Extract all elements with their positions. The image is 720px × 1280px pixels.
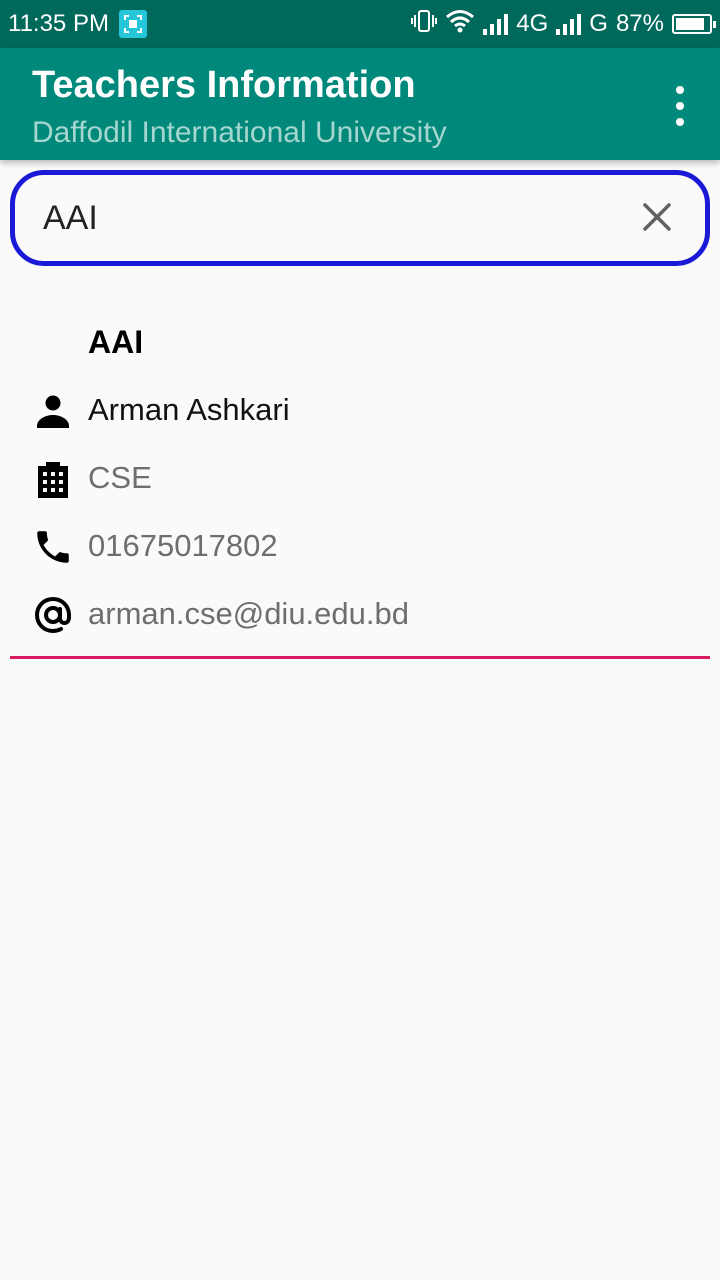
at-sign-icon [32,594,74,636]
battery-percent: 87% [615,10,664,37]
teacher-email[interactable]: arman.cse@diu.edu.bd [88,596,409,632]
screenshot-icon [118,10,147,38]
app-subtitle: Daffodil International University [32,116,447,149]
building-icon [32,458,74,500]
wifi-icon [445,9,475,40]
vibrate-icon [411,9,438,40]
app-title: Teachers Information [32,64,416,106]
network-type-1: 4G [516,10,549,37]
status-time: 11:35 PM [8,10,109,37]
teacher-department: CSE [88,460,152,495]
app-bar: Teachers Information Daffodil Internatio… [0,48,720,160]
close-icon[interactable] [639,199,675,235]
signal-icon [483,13,509,35]
teacher-name: Arman Ashkari [88,392,290,427]
search-input[interactable] [43,195,603,241]
status-bar: 11:35 PM 4G G 87% [0,0,720,48]
overflow-menu-icon[interactable] [668,86,692,126]
search-box [10,170,710,266]
teacher-initials: AAI [88,324,144,360]
phone-row[interactable]: 01675017802 [0,520,720,570]
network-type-2: G [589,10,608,37]
result-divider [10,656,710,659]
name-row: Arman Ashkari [0,384,720,434]
battery-icon [672,14,716,34]
email-row[interactable]: arman.cse@diu.edu.bd [0,588,720,638]
department-row: CSE [0,452,720,502]
teacher-phone[interactable]: 01675017802 [88,528,278,564]
phone-icon [32,526,74,568]
person-icon [32,390,74,432]
signal-icon-2 [556,13,582,35]
